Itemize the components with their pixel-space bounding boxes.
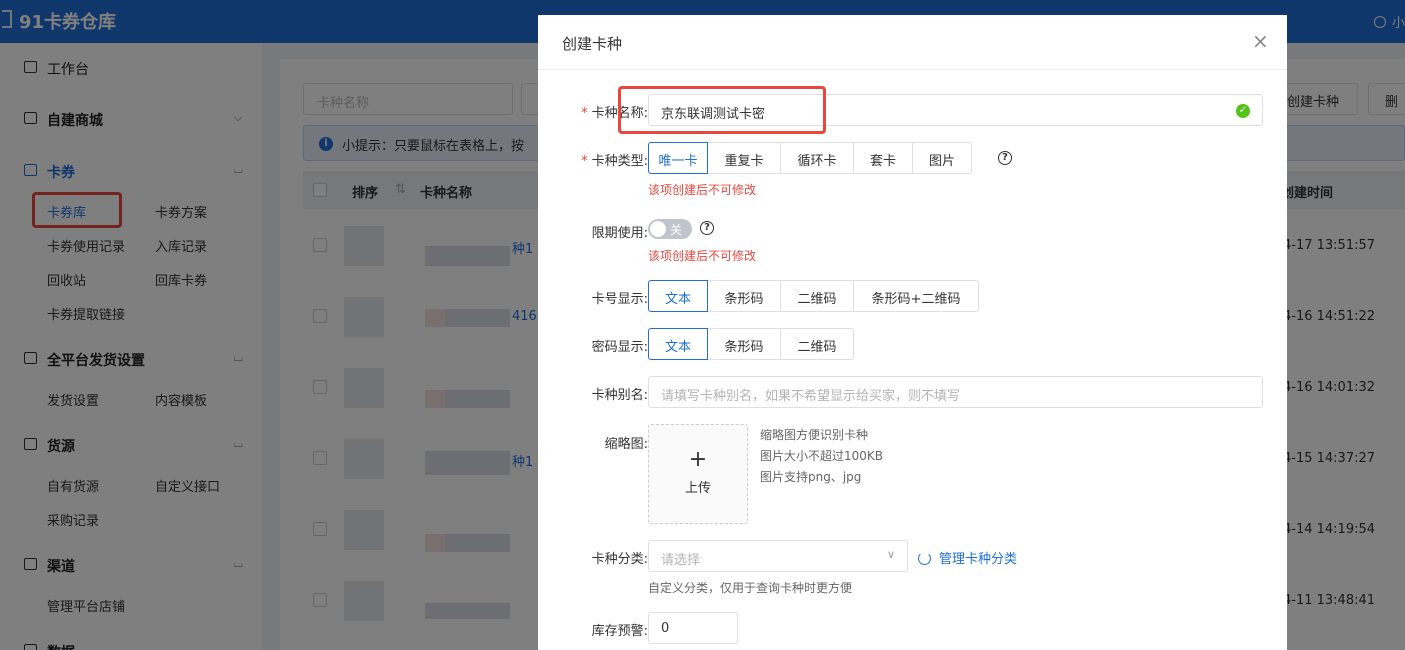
card-type-label: * 卡种类型: xyxy=(538,150,648,169)
card-type-unique[interactable]: 唯一卡 xyxy=(648,142,708,174)
help-icon[interactable]: ? xyxy=(998,151,1012,165)
password-display-options: 文本 条形码 二维码 xyxy=(648,328,854,360)
thumbnail-hint: 图片支持png、jpg xyxy=(760,470,862,484)
required-mark: * xyxy=(581,154,588,169)
help-icon[interactable]: ? xyxy=(700,221,714,235)
password-qrcode[interactable]: 二维码 xyxy=(780,328,854,360)
chevron-down-icon: ∨ xyxy=(886,548,895,561)
required-mark: * xyxy=(581,106,588,121)
dialog-divider xyxy=(538,69,1287,70)
card-type-image[interactable]: 图片 xyxy=(912,142,972,174)
thumbnail-hint: 缩略图方便识别卡种 xyxy=(760,428,869,442)
password-display-label: 密码显示: xyxy=(591,340,648,355)
alias-label: 卡种别名: xyxy=(591,388,648,403)
plus-icon: + xyxy=(688,447,708,472)
card-type-warning: 该项创建后不可修改 xyxy=(648,183,757,197)
upload-label: 上传 xyxy=(684,481,711,496)
category-label: 卡种分类: xyxy=(591,552,648,567)
card-type-label-text: 卡种类型: xyxy=(591,154,648,169)
password-text[interactable]: 文本 xyxy=(648,328,708,360)
manage-category-label: 管理卡种分类 xyxy=(939,552,1018,567)
limit-use-label: 限期使用: xyxy=(591,226,648,241)
thumbnail-label: 缩略图: xyxy=(604,437,648,452)
refresh-icon xyxy=(918,552,931,565)
thumbnail-upload[interactable]: + 上传 xyxy=(648,424,748,524)
category-hint: 自定义分类，仅用于查询卡种时更方便 xyxy=(648,581,853,595)
close-icon[interactable]: × xyxy=(1252,31,1269,51)
dialog-title: 创建卡种 xyxy=(562,35,623,53)
limit-use-toggle[interactable]: 关 xyxy=(648,219,692,239)
card-no-display-label: 卡号显示: xyxy=(591,292,648,307)
stock-warning-value: 0 xyxy=(661,621,670,636)
thumbnail-hint: 图片大小不超过100KB xyxy=(760,449,884,463)
manage-category-link[interactable]: 管理卡种分类 xyxy=(918,548,1017,567)
category-placeholder: 请选择 xyxy=(661,553,701,568)
card-no-display-options: 文本 条形码 二维码 条形码+二维码 xyxy=(648,280,979,312)
card-type-repeat[interactable]: 重复卡 xyxy=(707,142,781,174)
card-no-qrcode[interactable]: 二维码 xyxy=(780,280,854,312)
limit-use-warning: 该项创建后不可修改 xyxy=(648,249,757,263)
check-icon: ✓ xyxy=(1236,104,1250,118)
alias-input[interactable]: 请填写卡种别名，如果不希望显示给买家，则不填写 xyxy=(648,376,1263,408)
card-no-barcode-qrcode[interactable]: 条形码+二维码 xyxy=(853,280,979,312)
create-card-type-dialog: 创建卡种 × * 卡种名称: 京东联调测试卡密 ✓ * 卡种类型: 唯一卡 重复卡 … xyxy=(538,15,1287,650)
stock-warning-label: 库存预警: xyxy=(591,624,648,639)
toggle-label: 关 xyxy=(670,223,683,237)
highlight-box xyxy=(618,86,826,134)
card-no-text[interactable]: 文本 xyxy=(648,280,708,312)
card-type-bundle[interactable]: 套卡 xyxy=(853,142,913,174)
card-no-barcode[interactable]: 条形码 xyxy=(707,280,781,312)
category-select[interactable]: 请选择 ∨ xyxy=(648,540,908,572)
card-type-cycle[interactable]: 循环卡 xyxy=(780,142,854,174)
password-barcode[interactable]: 条形码 xyxy=(707,328,781,360)
stock-warning-input[interactable]: 0 xyxy=(648,612,738,644)
toggle-knob xyxy=(650,221,666,237)
card-type-options: 唯一卡 重复卡 循环卡 套卡 图片 xyxy=(648,142,972,174)
alias-placeholder: 请填写卡种别名，如果不希望显示给买家，则不填写 xyxy=(661,389,961,404)
